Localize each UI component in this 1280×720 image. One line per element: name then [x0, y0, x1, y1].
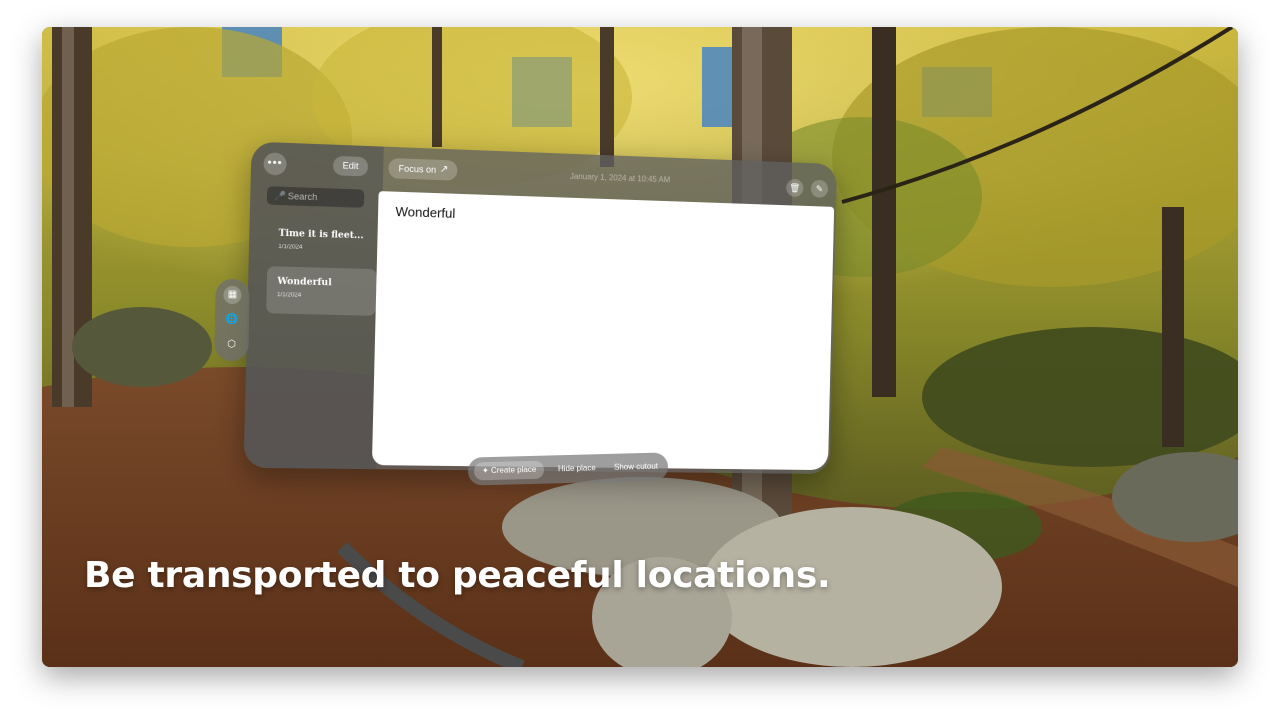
notes-sidebar: ••• Edit 🎤 Search Time it is fleet... 1/…	[243, 141, 384, 470]
compose-icon[interactable]: ✎	[810, 179, 829, 198]
note-title: Time it is fleet...	[278, 228, 364, 242]
edit-button[interactable]: Edit	[332, 155, 369, 177]
marketing-caption: Be transported to peaceful locations.	[84, 555, 831, 596]
focus-on-button[interactable]: Focus on ↗	[388, 157, 458, 181]
notes-icon[interactable]: ▦	[223, 285, 242, 305]
trash-icon[interactable]: 🗑	[786, 178, 804, 198]
microphone-icon[interactable]: 🎤	[274, 186, 286, 205]
cube-icon[interactable]: ⬡	[222, 336, 240, 354]
place-toolbar: ✦ Create place Hide place Show cutout	[467, 452, 669, 486]
create-place-button[interactable]: ✦ Create place	[473, 460, 545, 481]
globe-icon[interactable]: 🌐	[223, 311, 241, 329]
note-list-item-selected[interactable]: Wonderful 1/1/2024	[266, 266, 377, 316]
note-date: 1/1/2024	[278, 243, 303, 251]
note-editor[interactable]: Wonderful	[371, 191, 835, 471]
note-timestamp: January 1, 2024 at 10:45 AM	[569, 171, 671, 185]
note-title: Wonderful	[277, 276, 332, 289]
tab-ornament: ▦ 🌐 ⬡	[214, 278, 250, 362]
note-body-text: Wonderful	[395, 203, 456, 221]
search-placeholder: Search	[287, 191, 318, 203]
show-cutout-button[interactable]: Show cutout	[614, 458, 658, 477]
search-input[interactable]: 🎤 Search	[266, 186, 365, 208]
ellipsis-icon[interactable]: •••	[263, 152, 287, 176]
focus-on-label: Focus on	[398, 163, 437, 175]
expand-arrows-icon: ↗	[439, 163, 449, 176]
notes-window: ••• Edit 🎤 Search Time it is fleet... 1/…	[243, 141, 838, 475]
hide-place-button[interactable]: Hide place	[558, 459, 596, 478]
note-list-item[interactable]: Time it is fleet... 1/1/2024	[267, 218, 378, 268]
sparkle-icon: ✦	[481, 466, 492, 476]
note-date: 1/1/2024	[276, 292, 302, 299]
